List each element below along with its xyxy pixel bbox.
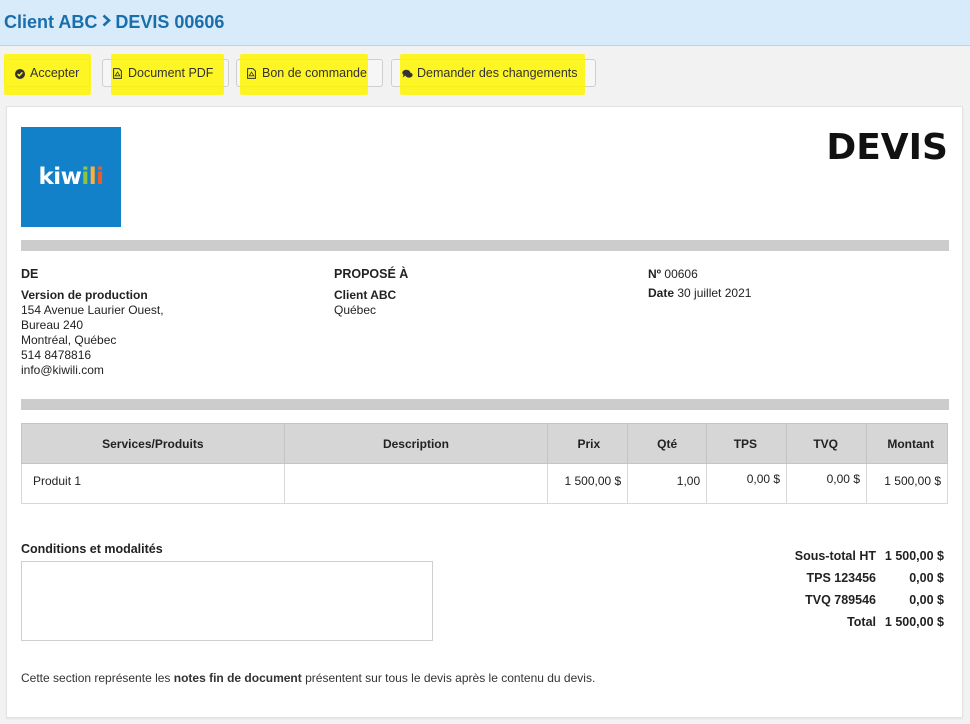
cell-price: 1 500,00 $ (547, 463, 629, 504)
quote-date: Date 30 juillet 2021 (648, 286, 752, 300)
cell-description (283, 463, 549, 504)
breadcrumb-document: DEVIS 00606 (115, 12, 225, 32)
toolbar: Accepter Document PDF Bon de commande De… (0, 46, 970, 102)
table-header-row: Services/Produits Description Prix Qté T… (21, 423, 948, 464)
cell-tps: 0,00 $ (706, 463, 788, 504)
logo-wordmark: kiwili (38, 164, 104, 190)
header-bar: Client ABC DEVIS 00606 (0, 0, 970, 46)
sender-heading: DE (21, 267, 39, 281)
recipient-name: Client ABC (334, 288, 397, 302)
recipient-block: PROPOSÉ À Client ABC Québec (334, 267, 408, 318)
subtotal-row: Sous-total HT 1 500,00 $ (794, 549, 944, 563)
purchase-order-button[interactable]: Bon de commande (236, 54, 383, 95)
total-row: Total 1 500,00 $ (847, 615, 944, 629)
cell-product: Produit 1 (21, 463, 285, 504)
request-changes-button[interactable]: Demander des changements (391, 54, 596, 95)
items-table: Services/Produits Description Prix Qté T… (21, 423, 948, 504)
tps-row: TPS 123456 0,00 $ (806, 571, 945, 585)
cell-quantity: 1,00 (627, 463, 708, 504)
comments-icon (402, 68, 413, 78)
cell-tvq: 0,00 $ (786, 463, 867, 504)
separator-bar (21, 399, 949, 410)
document-notes: Cette section représente les notes fin d… (21, 671, 596, 685)
accept-button[interactable]: Accepter (4, 54, 91, 95)
quote-document: kiwili DEVIS DE Version de production 15… (6, 106, 963, 718)
file-pdf-icon (247, 68, 257, 79)
pdf-document-button[interactable]: Document PDF (102, 54, 229, 95)
column-header: Montant (866, 423, 948, 464)
column-header: TVQ (786, 423, 867, 464)
column-header: Qté (627, 423, 708, 464)
table-row: Produit 1 1 500,00 $ 1,00 0,00 $ 0,00 $ … (21, 463, 948, 504)
breadcrumb: Client ABC DEVIS 00606 (4, 12, 224, 33)
sender-phone: 514 8478816 (21, 348, 92, 362)
column-header: Prix (547, 423, 629, 464)
conditions-box (21, 561, 433, 641)
cell-amount: 1 500,00 $ (866, 463, 948, 504)
separator-bar (21, 240, 949, 251)
check-circle-icon (15, 68, 25, 79)
column-header: Description (283, 423, 549, 464)
column-header: TPS (706, 423, 788, 464)
kiwili-logo: kiwili (21, 127, 121, 227)
breadcrumb-client[interactable]: Client ABC (4, 12, 97, 33)
sender-name: Version de production (21, 288, 148, 302)
sender-address-1: 154 Avenue Laurier Ouest, (21, 303, 164, 317)
document-title: DEVIS (826, 127, 948, 168)
sender-block: DE Version de production 154 Avenue Laur… (21, 267, 164, 378)
quote-number: Nº 00606 (648, 267, 698, 281)
file-pdf-icon (113, 68, 123, 79)
chevron-right-icon (102, 14, 112, 31)
sender-email: info@kiwili.com (21, 363, 104, 377)
conditions-title: Conditions et modalités (21, 542, 163, 556)
sender-address-2: Bureau 240 (21, 318, 84, 332)
totals-block: Sous-total HT 1 500,00 $ TPS 123456 0,00 $… (795, 545, 944, 633)
tvq-row: TVQ 789546 0,00 $ (805, 593, 944, 607)
recipient-heading: PROPOSÉ À (334, 267, 409, 281)
recipient-region: Québec (334, 303, 377, 317)
sender-city: Montréal, Québec (21, 333, 117, 347)
quote-meta: Nº 00606 Date 30 juillet 2021 (648, 267, 751, 301)
column-header: Services/Produits (21, 423, 285, 464)
